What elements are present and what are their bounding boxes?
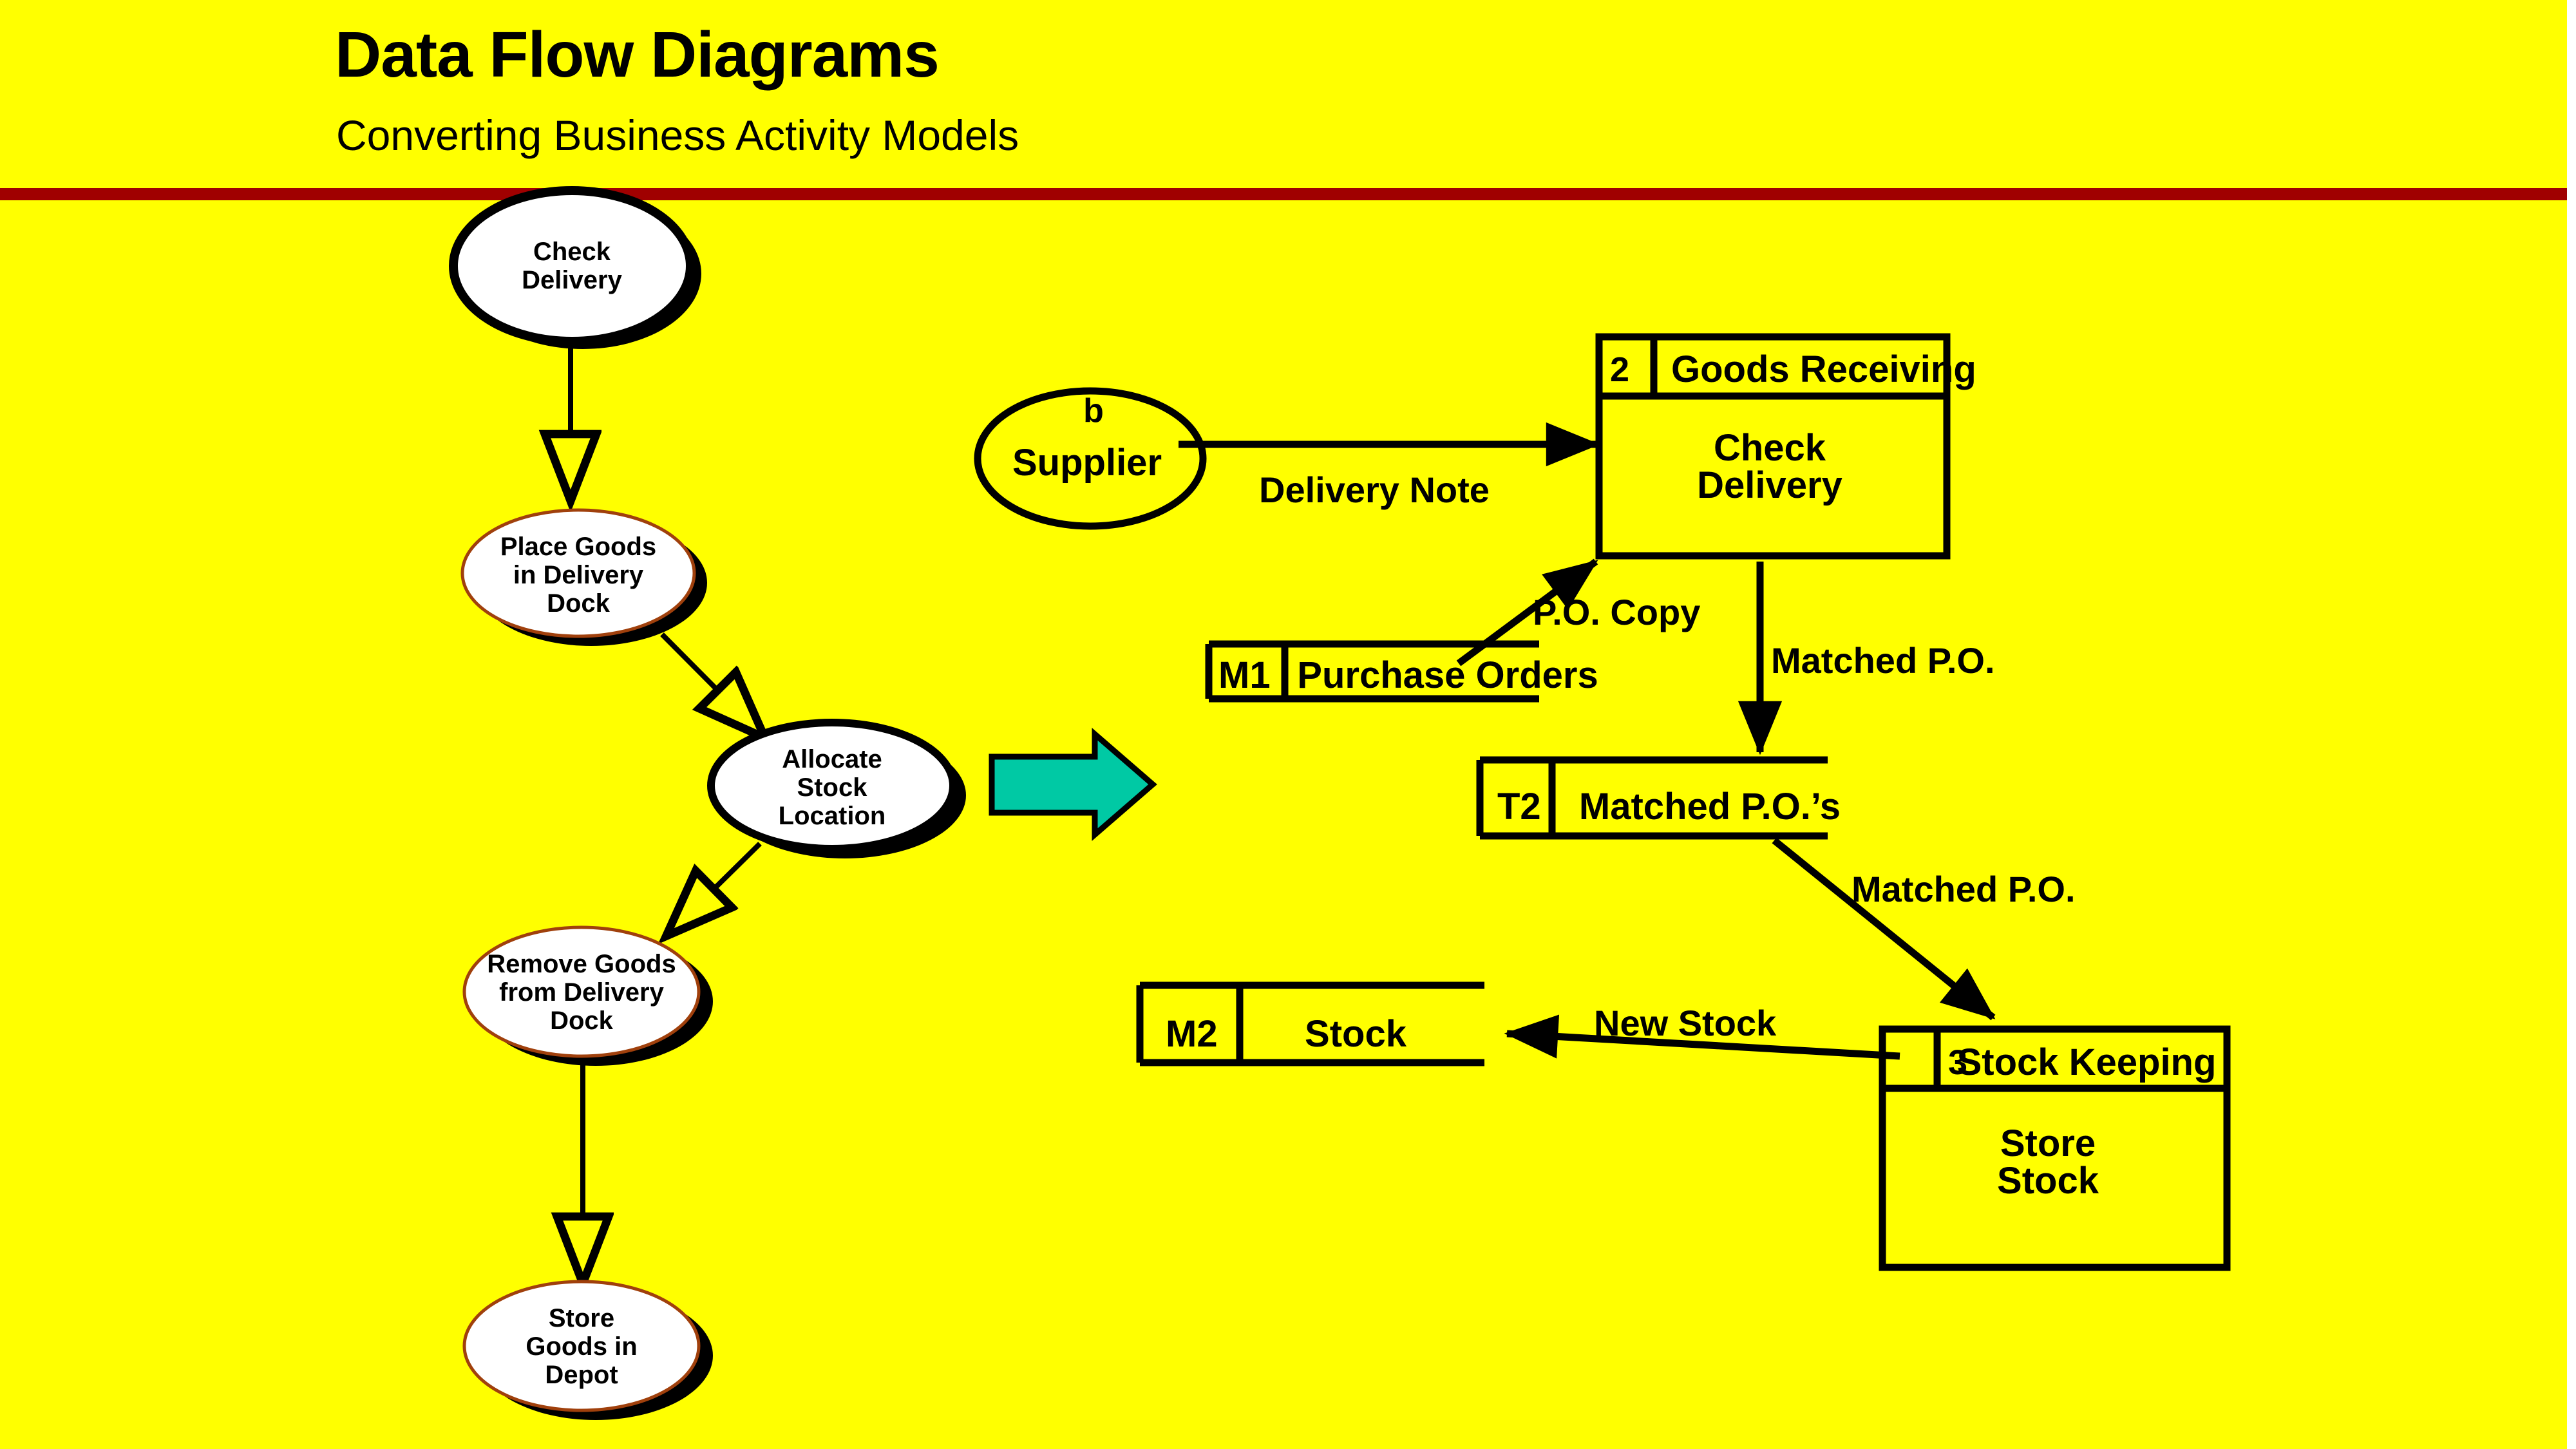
dfd-process-2-goods-receiving[interactable]: 2 Goods Receiving Check Delivery <box>1595 333 1976 560</box>
diagram-canvas: Check Delivery Place Goods in Delivery D… <box>449 186 2231 1420</box>
converts-to-arrow <box>989 728 1157 841</box>
bam-activity-label-line-3: Dock <box>547 589 611 618</box>
dfd-data-store-m2-stock[interactable]: M2 Stock <box>1136 981 1484 1066</box>
bam-activity-label-line-3: Dock <box>550 1007 614 1035</box>
dfd-flow-delivery-note: Delivery Note <box>1179 422 1600 510</box>
bam-activity-label-line-2: Goods in <box>526 1332 637 1361</box>
bam-activity-store-goods-in-depot[interactable]: Store Goods in Depot <box>462 1280 713 1420</box>
dfd-flow-matched-po-to-store: Matched P.O. <box>1738 562 1995 755</box>
bam-activity-label-line-1: Store <box>549 1304 614 1332</box>
external-entity-id: b <box>1083 392 1104 430</box>
store-name: Matched P.O.’s <box>1579 786 1841 828</box>
right-margin-strip <box>2567 0 2576 1449</box>
dfd-flow-label: Delivery Note <box>1259 469 1490 510</box>
dfd-external-entity-supplier[interactable]: b Supplier <box>974 387 1207 530</box>
bam-activity-label-line-3: Depot <box>545 1361 618 1389</box>
bam-activity-check-delivery[interactable]: Check Delivery <box>449 186 701 349</box>
bam-activity-label-line-3: Location <box>779 802 886 830</box>
bam-activity-label-line-1: Place Goods <box>500 533 656 561</box>
bam-connector-allocate-stock-to-remove-goods <box>670 842 762 933</box>
store-name: Purchase Orders <box>1297 654 1598 696</box>
store-id: T2 <box>1497 786 1541 828</box>
bam-activity-label-line-2: Stock <box>797 773 868 802</box>
dfd-flow-label: New Stock <box>1594 1003 1777 1043</box>
bam-activity-label-line-2: Delivery <box>522 266 622 294</box>
bam-activity-label-line-1: Remove Goods <box>487 950 676 978</box>
store-name: Stock <box>1305 1013 1407 1055</box>
store-id: M1 <box>1218 654 1271 696</box>
dfd-data-store-m1-purchase-orders[interactable]: M1 Purchase Orders <box>1205 640 1598 703</box>
dfd-flow-label: Matched P.O. <box>1852 869 2076 909</box>
dfd-flow-label: P.O. Copy <box>1533 592 1700 632</box>
external-entity-name: Supplier <box>1012 442 1162 484</box>
bam-activity-label-line-2: from Delivery <box>499 978 664 1007</box>
bam-activity-label-line-1: Check <box>533 238 611 266</box>
dfd-flow-label: Matched P.O. <box>1771 640 1995 681</box>
bam-activity-place-goods-in-delivery-dock[interactable]: Place Goods in Delivery Dock <box>460 508 707 646</box>
bam-activity-label-line-1: Allocate <box>782 745 882 773</box>
dfd-flow-po-copy: P.O. Copy <box>1456 558 1700 667</box>
process-body-line-2: Stock <box>1997 1160 2099 1202</box>
dfd-process-3-stock-keeping[interactable]: 3 Stock Keeping Store Stock <box>1879 1025 2231 1271</box>
dfd-flow-new-stock: New Stock <box>1504 1003 1900 1060</box>
process-body-line-1: Store <box>2000 1122 2096 1164</box>
process-title: Stock Keeping <box>1957 1041 2217 1083</box>
store-id: M2 <box>1166 1013 1218 1055</box>
bam-activity-label-line-2: in Delivery <box>513 561 644 589</box>
bam-connector-place-goods-to-allocate-stock <box>660 632 761 734</box>
process-id: 2 <box>1610 350 1629 389</box>
process-body-line-1: Check <box>1714 427 1826 469</box>
bam-activity-allocate-stock-location[interactable]: Allocate Stock Location <box>707 719 966 858</box>
process-body-line-2: Delivery <box>1697 464 1842 506</box>
process-title: Goods Receiving <box>1671 348 1976 390</box>
arrow-shape <box>989 728 1157 841</box>
slide-canvas: Data Flow Diagrams Converting Business A… <box>0 0 2576 1449</box>
dfd-flow-matched-po-to-process: Matched P.O. <box>1772 837 2076 1021</box>
bam-activity-remove-goods-from-delivery-dock[interactable]: Remove Goods from Delivery Dock <box>462 925 713 1066</box>
dfd-data-store-t2-matched-pos[interactable]: T2 Matched P.O.’s <box>1476 756 1841 840</box>
